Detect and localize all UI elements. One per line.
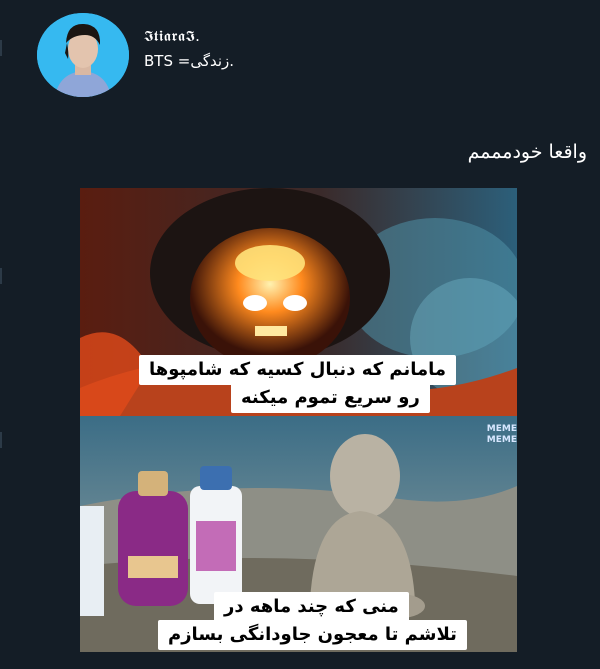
meme-image[interactable]: مامانم که دنبال کسیه که شامپوها رو سریع … bbox=[80, 188, 517, 652]
left-edge-marker bbox=[0, 268, 2, 284]
top-caption-line-2: رو سریع تموم میکنه bbox=[231, 383, 430, 413]
left-edge-marker bbox=[0, 432, 2, 448]
watermark: MEME MEME bbox=[487, 424, 517, 446]
watermark-line-2: MEME bbox=[486, 435, 517, 445]
bottom-caption-line-1: منی که چند ماهه در bbox=[214, 592, 409, 622]
watermark-line-1: MEME bbox=[486, 424, 517, 434]
avatar[interactable] bbox=[37, 13, 129, 97]
left-edge-marker bbox=[0, 40, 2, 56]
display-name[interactable]: 𝕴𝖙𝖎𝖆𝖗𝖆𝕴. bbox=[144, 27, 200, 45]
tweet-text: واقعا خودمممم bbox=[467, 141, 587, 163]
top-caption-line-1: مامانم که دنبال کسیه که شامپوها bbox=[139, 355, 457, 385]
user-bio: BTS =زندگی. bbox=[144, 52, 235, 70]
bottom-caption-line-2: تلاشم تا معجون جاودانگی بسازم bbox=[158, 620, 467, 650]
